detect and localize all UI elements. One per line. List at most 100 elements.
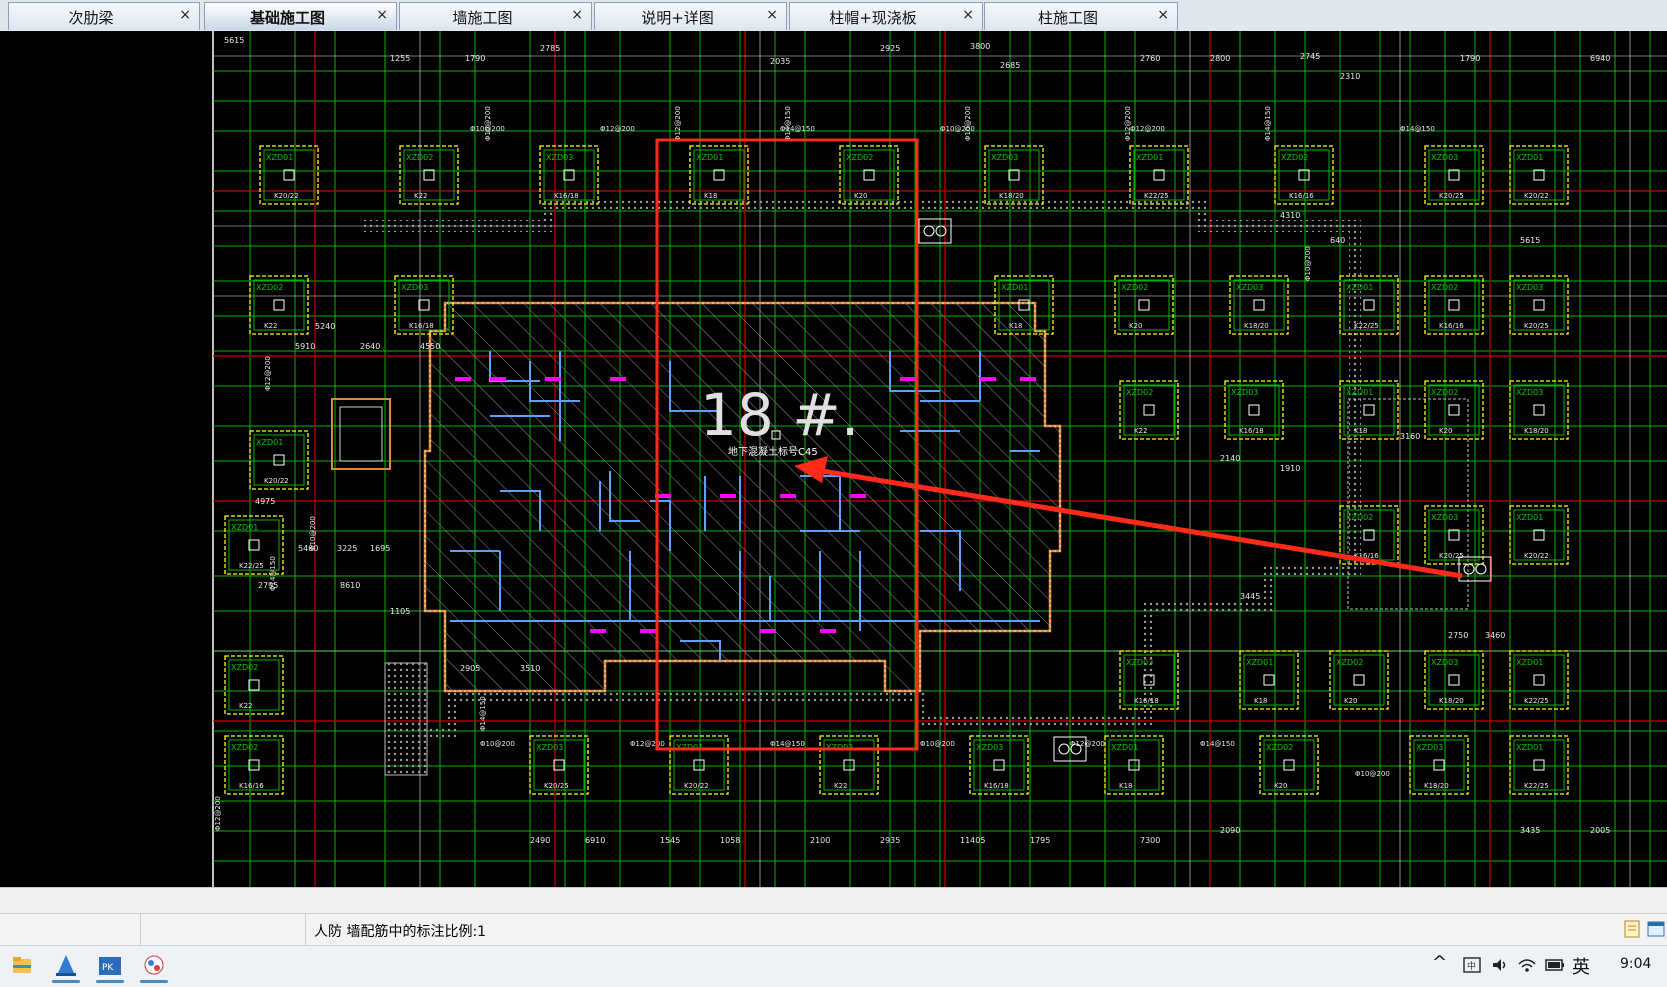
window-icon[interactable] (1645, 918, 1667, 940)
svg-text:K22/25: K22/25 (1524, 782, 1549, 790)
svg-text:XZD01: XZD01 (1136, 153, 1163, 162)
close-icon[interactable]: × (962, 7, 974, 23)
svg-text:K20/22: K20/22 (1524, 192, 1549, 200)
svg-text:K16/16: K16/16 (1289, 192, 1314, 200)
cad-drawing-canvas[interactable]: XZD01 K20/22 XZD02 K22 XZD03 K16/18 XZD01 K18 XZ… (200, 31, 1667, 887)
taskbar: PK ^ 中 英 9:04 (0, 945, 1667, 987)
svg-text:2035: 2035 (770, 57, 790, 66)
close-icon[interactable]: × (179, 7, 191, 23)
svg-text:2640: 2640 (360, 342, 380, 351)
tab-column-cap-slab[interactable]: 柱帽+现浇板 × (789, 2, 983, 30)
svg-text:Φ14@150: Φ14@150 (1200, 740, 1235, 748)
svg-text:K18/20: K18/20 (1439, 697, 1464, 705)
svg-text:1790: 1790 (1460, 54, 1480, 63)
tab-label: 柱帽+现浇板 (829, 9, 917, 27)
document-tab-bar: 次肋梁 × 基础施工图 × 墙施工图 × 说明+详图 × 柱帽+现浇板 × 柱施… (0, 0, 1667, 32)
svg-text:K22/25: K22/25 (1144, 192, 1169, 200)
svg-text:K22/25: K22/25 (1524, 697, 1549, 705)
svg-text:K20: K20 (1129, 322, 1143, 330)
svg-text:K20: K20 (1344, 697, 1358, 705)
svg-text:5615: 5615 (1520, 236, 1540, 245)
building-number-label: 18 #. (700, 381, 859, 449)
svg-text:640: 640 (1330, 236, 1345, 245)
svg-text:Φ12@200: Φ12@200 (1070, 740, 1105, 748)
tab-foundation-plan[interactable]: 基础施工图 × (204, 2, 397, 30)
chevron-up-icon[interactable]: ^ (1432, 952, 1447, 973)
svg-text:3800: 3800 (970, 42, 990, 51)
chat-app-icon[interactable] (134, 949, 174, 983)
svg-text:K20/22: K20/22 (684, 782, 709, 790)
close-icon[interactable]: × (766, 7, 778, 23)
cad-drawing: XZD01 K20/22 XZD02 K22 XZD03 K16/18 XZD01 K18 XZ… (212, 31, 1667, 887)
document-icon[interactable] (1621, 918, 1643, 940)
svg-text:2140: 2140 (1220, 454, 1240, 463)
svg-text:K20/22: K20/22 (1524, 552, 1549, 560)
tab-label: 说明+详图 (641, 9, 714, 27)
svg-text:2750: 2750 (1448, 631, 1468, 640)
svg-text:3160: 3160 (1400, 432, 1420, 441)
svg-text:XZD01: XZD01 (1516, 658, 1543, 667)
cad-app-icon[interactable] (46, 949, 86, 983)
close-icon[interactable]: × (376, 7, 388, 23)
tab-column-plan[interactable]: 柱施工图 × (984, 2, 1178, 30)
svg-text:K16/18: K16/18 (1239, 427, 1264, 435)
tab-label: 基础施工图 (249, 9, 325, 27)
svg-text:XZD01: XZD01 (266, 153, 293, 162)
clock-time[interactable]: 9:04 (1620, 956, 1651, 972)
tab-secondary-rib-beam[interactable]: 次肋梁 × (8, 2, 200, 30)
battery-icon[interactable] (1544, 955, 1566, 979)
close-icon[interactable]: × (1157, 7, 1169, 23)
svg-text:XZD03: XZD03 (1431, 513, 1458, 522)
svg-text:K20/22: K20/22 (264, 477, 289, 485)
svg-text:XZD02: XZD02 (231, 663, 258, 672)
svg-text:Φ12@200: Φ12@200 (630, 740, 665, 748)
svg-text:2685: 2685 (1000, 61, 1020, 70)
tab-notes-details[interactable]: 说明+详图 × (594, 2, 787, 30)
svg-text:Φ12@200: Φ12@200 (600, 125, 635, 133)
horizontal-scrollbar[interactable] (0, 887, 1667, 914)
svg-text:XZD01: XZD01 (1001, 283, 1028, 292)
close-icon[interactable]: × (571, 7, 583, 23)
svg-text:XZD02: XZD02 (1266, 743, 1293, 752)
ime-toolbar-icon[interactable]: 中 (1462, 955, 1482, 979)
svg-text:XZD03: XZD03 (536, 743, 563, 752)
tab-label: 柱施工图 (1037, 9, 1098, 27)
svg-text:3510: 3510 (520, 664, 540, 673)
tab-label: 次肋梁 (68, 9, 114, 27)
svg-text:K18: K18 (1354, 427, 1368, 435)
svg-text:1695: 1695 (370, 544, 390, 553)
svg-text:K16/18: K16/18 (1134, 697, 1159, 705)
wifi-icon[interactable] (1516, 955, 1538, 979)
svg-text:Φ12@200: Φ12@200 (1124, 106, 1132, 141)
ime-language-indicator[interactable]: 英 (1572, 953, 1590, 979)
svg-text:XZD02: XZD02 (1336, 658, 1363, 667)
svg-text:XZD02: XZD02 (231, 743, 258, 752)
svg-text:Φ14@150: Φ14@150 (784, 106, 792, 141)
svg-text:K22/25: K22/25 (239, 562, 264, 570)
svg-text:Φ12@200: Φ12@200 (264, 356, 272, 391)
svg-text:K16/16: K16/16 (1439, 322, 1464, 330)
svg-text:K20: K20 (854, 192, 868, 200)
structure-app-icon[interactable]: PK (90, 949, 130, 983)
file-explorer-icon[interactable] (2, 949, 42, 983)
svg-text:Φ14@150: Φ14@150 (479, 696, 487, 731)
svg-text:3225: 3225 (337, 544, 357, 553)
volume-icon[interactable] (1490, 955, 1510, 979)
svg-text:5910: 5910 (295, 342, 315, 351)
svg-text:2005: 2005 (1590, 826, 1610, 835)
svg-text:K20/25: K20/25 (1524, 322, 1549, 330)
svg-text:K18/20: K18/20 (1244, 322, 1269, 330)
svg-text:K20/25: K20/25 (1439, 192, 1464, 200)
svg-text:K16/16: K16/16 (239, 782, 264, 790)
status-message: 人防 墙配筋中的标注比例:1 (314, 924, 487, 940)
svg-text:K16/18: K16/18 (554, 192, 579, 200)
side-panel (0, 31, 200, 887)
svg-text:XZD03: XZD03 (1416, 743, 1443, 752)
svg-text:5240: 5240 (315, 322, 335, 331)
svg-text:4310: 4310 (1280, 211, 1300, 220)
svg-text:K22: K22 (239, 702, 253, 710)
svg-text:6940: 6940 (1590, 54, 1610, 63)
svg-text:K18: K18 (1009, 322, 1023, 330)
svg-text:2925: 2925 (880, 44, 900, 53)
tab-wall-plan[interactable]: 墙施工图 × (399, 2, 592, 30)
